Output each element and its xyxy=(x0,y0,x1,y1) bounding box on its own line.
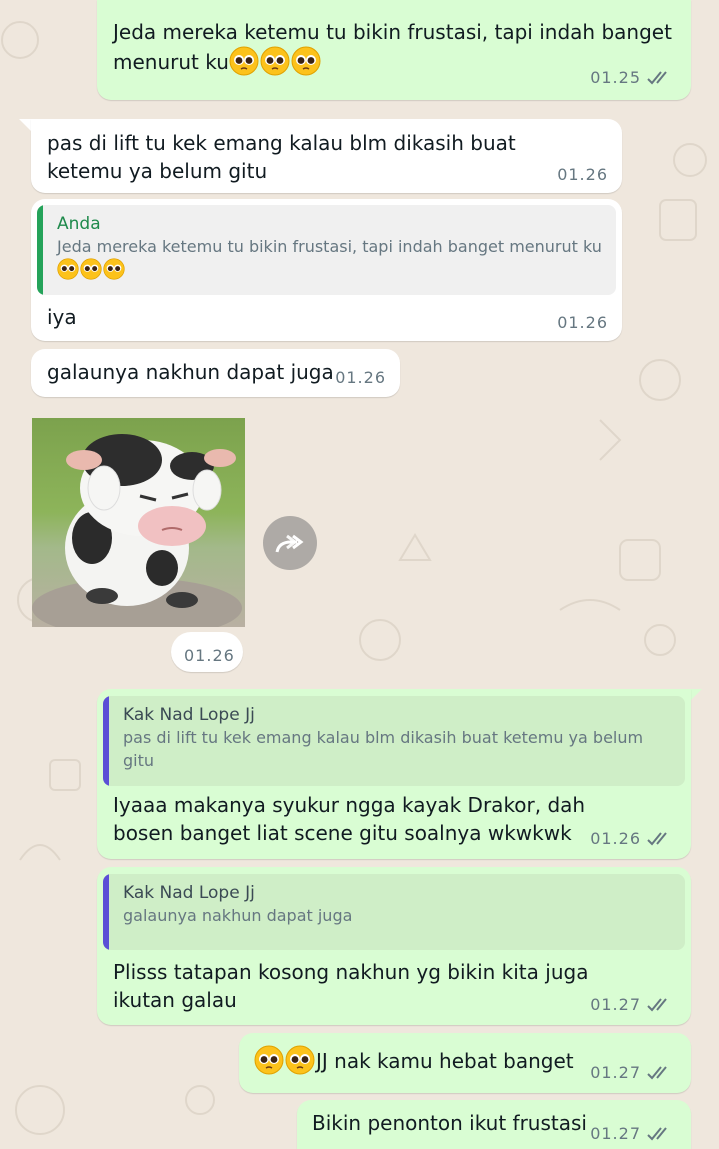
message-bubble-incoming-reply[interactable]: Anda Jeda mereka ketemu tu bikin frustas… xyxy=(31,199,622,341)
message-bubble-outgoing-reply[interactable]: Kak Nad Lope Jj galaunya nakhun dapat ju… xyxy=(97,867,691,1025)
quoted-message[interactable]: Kak Nad Lope Jj pas di lift tu kek emang… xyxy=(103,696,685,786)
message-text: galaunya nakhun dapat juga xyxy=(47,360,334,384)
message-time: 01.26 xyxy=(590,829,641,848)
message-bubble-outgoing[interactable]: Bikin penonton ikut frustasi 01.27 xyxy=(297,1100,691,1149)
double-check-icon xyxy=(647,1127,667,1141)
pleading-face-emoji xyxy=(57,258,79,280)
pleading-face-emoji xyxy=(103,258,125,280)
message-time: 01.26 xyxy=(557,165,608,184)
message-time: 01.26 xyxy=(557,313,608,332)
quoted-message[interactable]: Kak Nad Lope Jj galaunya nakhun dapat ju… xyxy=(103,874,685,950)
double-check-icon xyxy=(647,71,667,85)
double-check-icon xyxy=(647,998,667,1012)
quote-author: Anda xyxy=(57,214,101,234)
pleading-face-emoji xyxy=(254,1045,284,1075)
double-check-icon xyxy=(647,1066,667,1080)
message-text: iya xyxy=(47,305,77,329)
pleading-face-emoji xyxy=(260,46,290,76)
double-check-icon xyxy=(647,832,667,846)
message-text: pas di lift tu kek emang kalau blm dikas… xyxy=(47,131,516,183)
forward-button[interactable] xyxy=(263,516,317,570)
quote-text: galaunya nakhun dapat juga xyxy=(123,906,353,925)
message-bubble-incoming[interactable]: pas di lift tu kek emang kalau blm dikas… xyxy=(31,119,622,193)
sad-cow-sticker[interactable] xyxy=(32,418,245,627)
message-bubble-outgoing[interactable]: JJ nak kamu hebat banget 01.27 xyxy=(239,1033,691,1093)
quoted-message[interactable]: Anda Jeda mereka ketemu tu bikin frustas… xyxy=(37,205,616,295)
message-text: JJ nak kamu hebat banget xyxy=(316,1049,574,1073)
quote-bar xyxy=(37,205,43,295)
message-time: 01.27 xyxy=(590,1063,641,1082)
message-time: 01.26 xyxy=(184,646,235,665)
quote-text: pas di lift tu kek emang kalau blm dikas… xyxy=(123,728,644,770)
message-text: Iyaaa makanya syukur ngga kayak Drakor, … xyxy=(113,793,586,845)
pleading-face-emoji xyxy=(285,1045,315,1075)
message-time: 01.26 xyxy=(335,368,386,387)
message-text: Plisss tatapan kosong nakhun yg bikin ki… xyxy=(113,960,589,1012)
message-text: Jeda mereka ketemu tu bikin frustasi, ta… xyxy=(113,20,672,74)
forward-icon xyxy=(275,534,304,553)
quote-author: Kak Nad Lope Jj xyxy=(123,705,255,725)
message-time: 01.25 xyxy=(590,68,641,87)
message-bubble-incoming[interactable]: galaunya nakhun dapat juga 01.26 xyxy=(31,349,400,397)
pleading-face-emoji xyxy=(291,46,321,76)
sticker-time-badge: 01.26 xyxy=(171,632,243,672)
pleading-face-emoji xyxy=(229,46,259,76)
message-time: 01.27 xyxy=(590,1124,641,1143)
message-bubble-outgoing-reply[interactable]: Kak Nad Lope Jj pas di lift tu kek emang… xyxy=(97,689,691,859)
pleading-face-emoji xyxy=(80,258,102,280)
quote-bar xyxy=(103,874,109,950)
message-text: Bikin penonton ikut frustasi xyxy=(312,1111,587,1135)
quote-author: Kak Nad Lope Jj xyxy=(123,883,255,903)
quote-text: Jeda mereka ketemu tu bikin frustasi, ta… xyxy=(57,235,604,281)
quote-bar xyxy=(103,696,109,786)
sticker-drawing xyxy=(32,434,242,627)
message-bubble-outgoing[interactable]: Jeda mereka ketemu tu bikin frustasi, ta… xyxy=(97,0,691,100)
message-time: 01.27 xyxy=(590,995,641,1014)
